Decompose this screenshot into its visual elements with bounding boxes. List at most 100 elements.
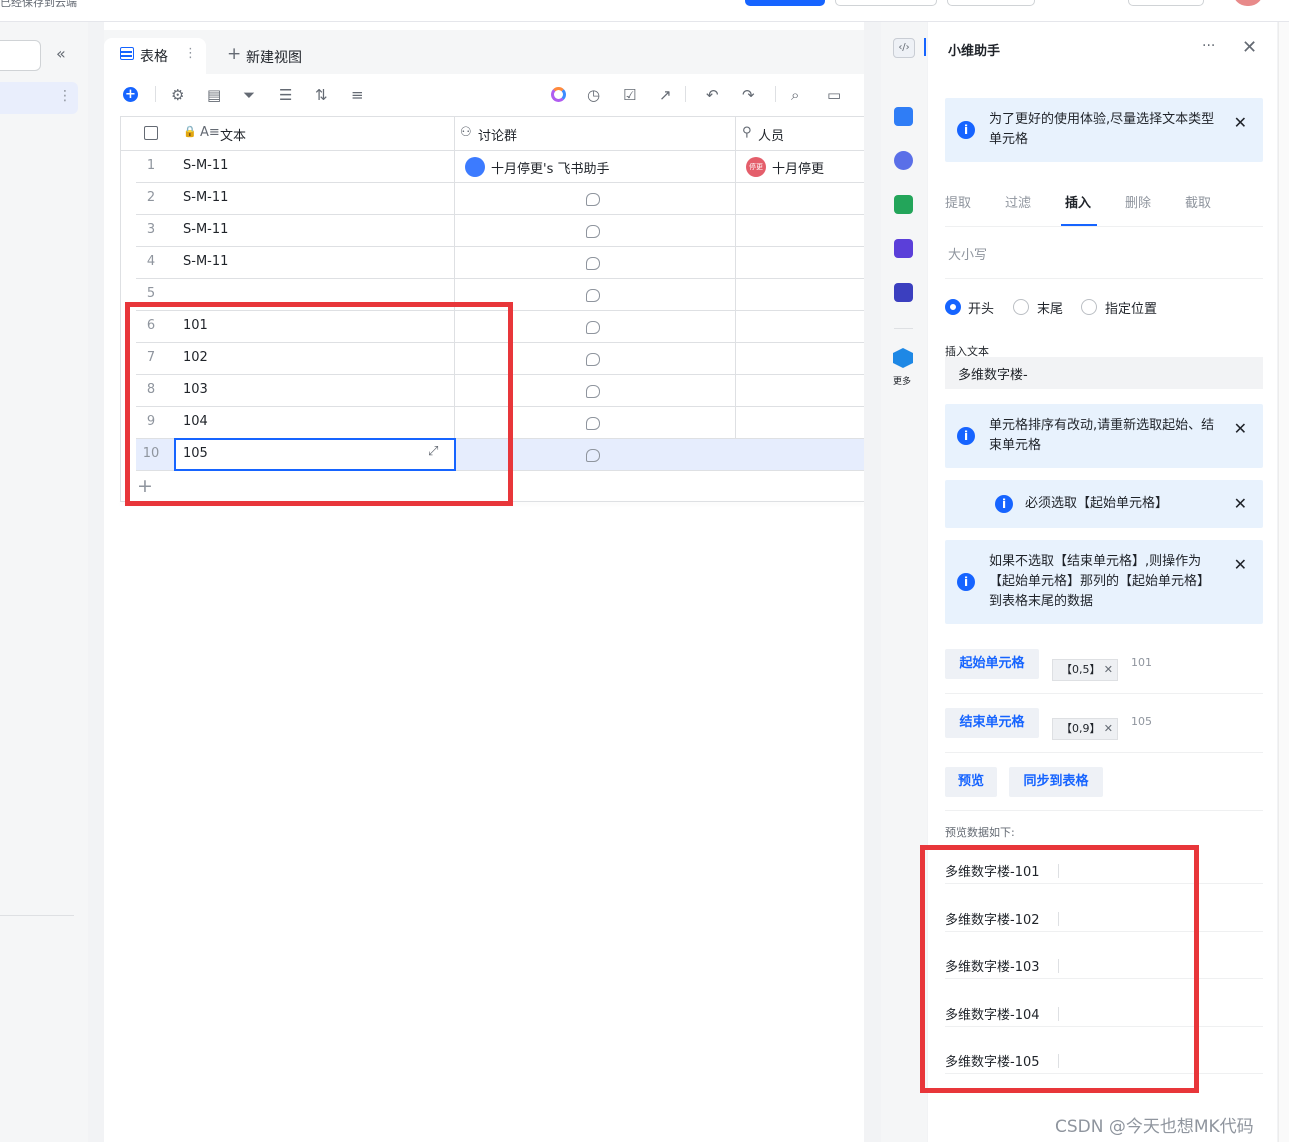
highlight-box [125,302,513,506]
radio-end[interactable] [1013,299,1029,315]
view-tabs [104,30,864,74]
plus-icon[interactable]: + [227,44,241,64]
panel-more-icon[interactable]: ··· [1202,38,1215,54]
tab-extract[interactable]: 提取 [945,192,971,211]
column-header-group[interactable]: 讨论群 [478,125,517,144]
sort-icon[interactable]: ⇅ [315,87,328,103]
bot-avatar [465,157,485,177]
tab-delete[interactable]: 删除 [1125,192,1151,211]
add-group-icon[interactable] [586,257,600,270]
field-config-icon[interactable]: ▤ [207,87,221,103]
settings-icon[interactable]: ⚙ [171,87,184,103]
search-icon[interactable]: ⌕ [791,87,799,103]
filter-icon[interactable]: ⏷ [243,87,255,103]
contacts-plugin-icon[interactable] [894,107,913,126]
start-cell-button[interactable]: 起始单元格 [945,649,1039,679]
add-group-icon[interactable] [586,449,600,462]
start-cell-value: 101 [1131,656,1152,669]
add-group-icon[interactable] [586,225,600,238]
more-label[interactable]: 更多 [893,374,911,387]
more-dots-icon[interactable]: ⋮ [58,88,72,104]
tab-insert[interactable]: 插入 [1065,192,1091,211]
tab-more-icon[interactable]: ⋮ [184,46,197,61]
top-button-4[interactable] [1128,0,1204,6]
ai-icon[interactable] [551,87,566,102]
row-number: 2 [146,190,156,205]
notice-close-icon[interactable]: ✕ [1234,419,1247,438]
code-icon[interactable]: ‹/› [893,38,915,58]
select-all-checkbox[interactable] [144,126,158,140]
comment-icon[interactable]: ▭ [827,87,841,103]
chip-remove-icon[interactable]: ✕ [1104,660,1113,680]
start-cell-chip[interactable]: 【0,5】 ✕ [1052,659,1118,681]
sheet-plugin-icon[interactable] [894,195,913,214]
radio-position[interactable] [1081,299,1097,315]
notice-close-icon[interactable]: ✕ [1234,113,1247,132]
table-cell-text[interactable]: S-M-11 [183,158,228,173]
notice-close-icon[interactable]: ✕ [1234,555,1247,574]
table-cell-text[interactable]: S-M-11 [183,190,228,205]
checklist-icon[interactable]: ☑ [623,87,636,103]
notice-text-type: i 为了更好的使用体验,尽量选择文本类型单元格 ✕ [945,98,1263,162]
table-cell-text[interactable]: S-M-11 [183,222,228,237]
panel-close-icon[interactable]: ✕ [1242,37,1257,58]
robot-plugin-icon[interactable] [894,151,913,170]
end-cell-chip[interactable]: 【0,9】 ✕ [1052,718,1118,740]
add-record-icon[interactable]: + [123,87,138,102]
notice-required: i 必须选取【起始单元格】 ✕ [945,480,1263,528]
table-icon [120,47,134,60]
tab-cut[interactable]: 截取 [1185,192,1211,211]
history-icon[interactable]: ◷ [587,87,600,103]
row-height-icon[interactable]: ≡ [351,87,364,103]
undo-icon[interactable]: ↶ [706,87,719,103]
add-group-icon[interactable] [586,353,600,366]
end-cell-button[interactable]: 结束单元格 [945,708,1039,738]
info-icon: i [995,495,1013,513]
table-cell-person[interactable]: 十月停更 [772,158,824,177]
share-button[interactable] [745,0,825,6]
row-number: 1 [146,158,156,173]
preview-button[interactable]: 预览 [945,767,997,797]
add-group-icon[interactable] [586,193,600,206]
chip-remove-icon[interactable]: ✕ [1104,719,1113,739]
highlight-box [920,845,1199,1093]
add-group-icon[interactable] [586,417,600,430]
person-field-icon: ⚲ [742,125,752,140]
collapse-sidebar-icon[interactable]: « [56,44,66,63]
share-icon[interactable]: ↗ [659,87,672,103]
watermark: CSDN @今天也想MK代码 [1055,1117,1254,1137]
add-group-icon[interactable] [586,385,600,398]
add-group-icon[interactable] [586,321,600,334]
column-header-person[interactable]: 人员 [758,125,784,144]
new-view-button[interactable]: 新建视图 [246,47,302,67]
panel-scrollbar[interactable] [1278,22,1289,1142]
top-button-2[interactable] [835,0,937,6]
radio-end-label[interactable]: 末尾 [1037,298,1063,317]
sidebar-search-input[interactable] [0,40,41,71]
lock-icon: 🔒 [183,125,197,138]
person-avatar: 停更 [746,157,766,177]
add-group-icon[interactable] [586,289,600,302]
column-header-text[interactable]: 文本 [220,125,246,144]
radio-start[interactable] [945,299,961,315]
preview-heading: 预览数据如下: [945,826,1015,839]
tab-filter[interactable]: 过滤 [1005,192,1031,211]
notice-close-icon[interactable]: ✕ [1234,494,1247,513]
info-icon: i [957,427,975,445]
group-icon[interactable]: ☰ [279,87,292,103]
top-button-3[interactable] [947,0,1035,6]
table-cell-text[interactable]: S-M-11 [183,254,228,269]
active-indicator [924,38,926,56]
sync-to-table-button[interactable]: 同步到表格 [1009,767,1103,797]
table-cell-group[interactable]: 十月停更's 飞书助手 [491,158,609,177]
radio-start-label[interactable]: 开头 [968,298,994,317]
notice-reselect: i 单元格排序有改动,请重新选取起始、结束单元格 ✕ [945,404,1263,468]
radio-position-label[interactable]: 指定位置 [1105,298,1157,317]
folder-plugin-icon[interactable] [894,239,913,258]
tab-label: 表格 [140,49,168,65]
row-number: 5 [146,286,156,301]
redo-icon[interactable]: ↷ [742,87,755,103]
case-option[interactable]: 大小写 [948,244,987,263]
window-plugin-icon[interactable] [894,283,913,302]
top-bar [0,0,1289,22]
